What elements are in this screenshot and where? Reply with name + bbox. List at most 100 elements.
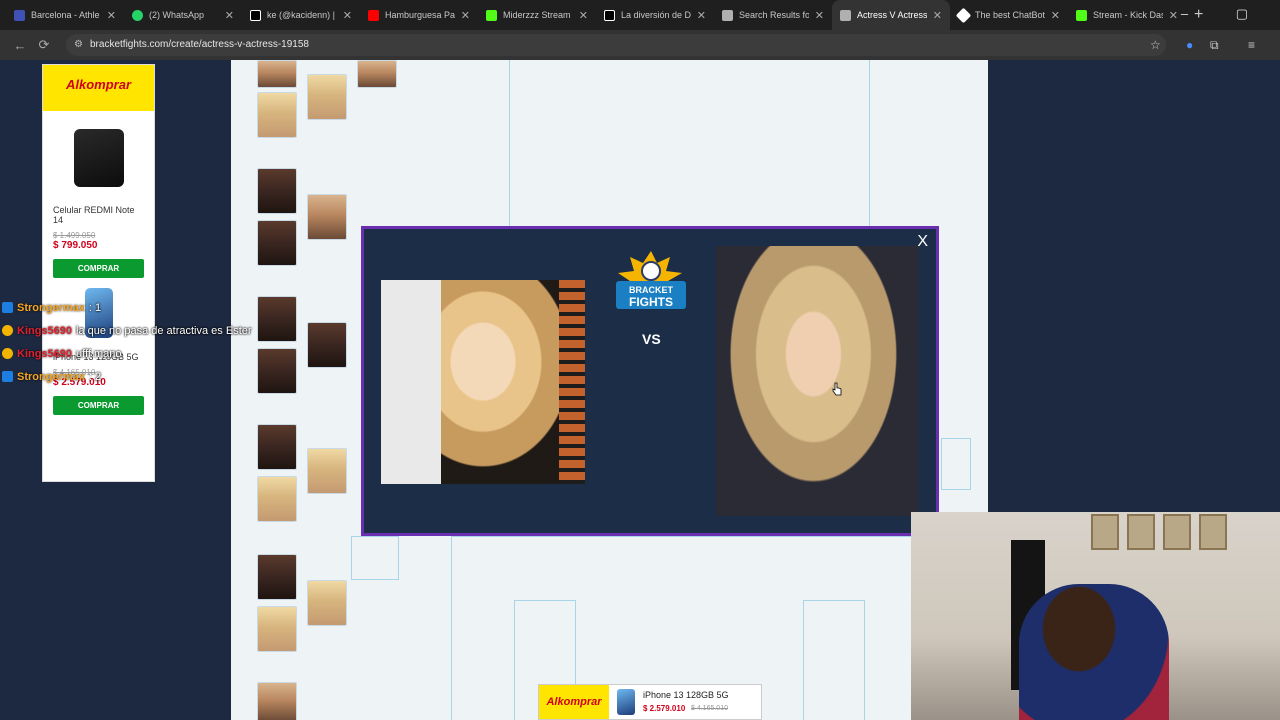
ad-price: $ 799.050 xyxy=(53,240,98,251)
site-info-icon[interactable]: ⚙ xyxy=(74,34,83,56)
contestant-thumbnail[interactable] xyxy=(307,448,347,494)
browser-tab[interactable]: Stream - Kick Das ✕ xyxy=(1068,0,1186,30)
close-tab-icon[interactable]: ✕ xyxy=(107,9,116,22)
wall-picture xyxy=(1127,514,1155,550)
chat-text: : 1 xyxy=(88,301,102,314)
bracket-line xyxy=(941,438,971,490)
ad-price: $ 2.579.010 xyxy=(643,704,686,713)
extensions-puzzle-icon[interactable]: ⧉ xyxy=(1210,38,1219,53)
tab-favicon-icon xyxy=(132,9,143,21)
contestant-thumbnail[interactable] xyxy=(307,580,347,626)
tab-favicon-icon xyxy=(722,9,733,21)
browser-tab-active[interactable]: Actress V Actress ✕ xyxy=(832,0,950,30)
stream-chat-overlay: Strongermax: 1 Kings5690 la que no pasa d… xyxy=(2,296,252,388)
page-viewport: Alkomprar Celular REDMI Note 14 $ 1.499.… xyxy=(0,60,1280,720)
bookmark-star-icon[interactable]: ☆ xyxy=(1150,38,1161,52)
contestant-thumbnail[interactable] xyxy=(257,348,297,394)
logo-text-top: BRACKET xyxy=(629,285,674,295)
logo-fist-icon xyxy=(641,261,661,281)
gift-badge-icon xyxy=(2,325,13,336)
stream-badge-icon xyxy=(2,371,13,382)
webcam-overlay xyxy=(911,512,1280,720)
logo-text-bottom: FIGHTS xyxy=(629,295,673,309)
browser-tab[interactable]: The best ChatBot ✕ xyxy=(950,0,1068,30)
ad-product-name: iPhone 13 128GB 5G xyxy=(643,690,729,700)
phone-product-image xyxy=(617,689,635,715)
contestant-thumbnail[interactable] xyxy=(257,168,297,214)
chat-text: : 2 xyxy=(88,370,102,383)
contestant-thumbnail[interactable] xyxy=(257,682,297,720)
close-tab-icon[interactable]: ✕ xyxy=(1169,9,1178,22)
browser-tab[interactable]: Miderzzz Stream ✕ xyxy=(478,0,596,30)
contestant-thumbnail[interactable] xyxy=(307,194,347,240)
close-tab-icon[interactable]: ✕ xyxy=(461,9,470,22)
chat-text: la que no pasa de atractiva es Ester xyxy=(76,324,252,337)
url-text: bracketfights.com/create/actress-v-actre… xyxy=(90,39,309,50)
contestant-thumbnail[interactable] xyxy=(257,554,297,600)
close-tab-icon[interactable]: ✕ xyxy=(697,9,706,22)
contestant-thumbnail[interactable] xyxy=(257,606,297,652)
contestant-thumbnail[interactable] xyxy=(257,296,297,342)
chat-message: Strongermax: 1 xyxy=(2,296,252,319)
contestant-thumbnail[interactable] xyxy=(257,60,297,88)
back-icon[interactable]: ← xyxy=(8,38,32,53)
media-control-icon[interactable]: ≡ xyxy=(1248,38,1255,52)
close-tab-icon[interactable]: ✕ xyxy=(343,9,352,22)
streamer-figure xyxy=(1019,584,1169,720)
chat-username: Strongermax xyxy=(17,370,85,383)
contestant-thumbnail[interactable] xyxy=(257,476,297,522)
browser-tab[interactable]: Search Results fo ✕ xyxy=(714,0,832,30)
sidebar-ad: Alkomprar Celular REDMI Note 14 $ 1.499.… xyxy=(42,64,155,482)
bracket-line xyxy=(509,60,870,230)
close-tab-icon[interactable]: ✕ xyxy=(815,9,824,22)
url-field[interactable]: ⚙ bracketfights.com/create/actress-v-act… xyxy=(66,34,1166,56)
chat-username: Kings5690 xyxy=(17,347,73,360)
wall-picture xyxy=(1163,514,1191,550)
buy-button[interactable]: COMPRAR xyxy=(53,396,144,415)
tab-favicon-icon xyxy=(1076,9,1087,21)
tab-favicon-icon xyxy=(486,9,497,21)
left-contestant-photo[interactable] xyxy=(381,280,585,484)
bracketfights-logo: BRACKET FIGHTS xyxy=(616,251,686,309)
close-tab-icon[interactable]: ✕ xyxy=(1051,9,1060,22)
browser-tab[interactable]: Hamburguesa Pa ✕ xyxy=(360,0,478,30)
wall-picture xyxy=(1091,514,1119,550)
ad-product-name: Celular REDMI Note 14 xyxy=(53,205,135,225)
ad-brand-logo[interactable]: Alkomprar xyxy=(43,65,154,111)
browser-tab[interactable]: Barcelona - Athle ✕ xyxy=(6,0,124,30)
ad-old-price: $ 4.165.010 xyxy=(691,705,728,712)
phone-product-image[interactable] xyxy=(73,129,124,187)
close-tab-icon[interactable]: ✕ xyxy=(579,9,588,22)
contestant-thumbnail[interactable] xyxy=(257,424,297,470)
extension-icon[interactable]: ● xyxy=(1186,38,1193,52)
browser-tab[interactable]: (2) WhatsApp ✕ xyxy=(124,0,242,30)
chat-message: Kings5690 la que no pasa de atractiva es … xyxy=(2,319,252,342)
window-controls[interactable]: – ▢ xyxy=(1181,6,1270,22)
photo-backdrop xyxy=(381,280,441,484)
browser-tab[interactable]: La diversión de D ✕ xyxy=(596,0,714,30)
ad-brand-logo: Alkomprar xyxy=(539,685,609,719)
gift-badge-icon xyxy=(2,348,13,359)
browser-tab[interactable]: ke (@kacidenn) | ✕ xyxy=(242,0,360,30)
chat-message: Strongermax: 2 xyxy=(2,365,252,388)
bracket-line xyxy=(803,600,865,720)
tab-strip: Barcelona - Athle ✕ (2) WhatsApp ✕ ke (@ka… xyxy=(0,0,1280,30)
address-bar-row: ← ⟳ ⚙ bracketfights.com/create/actress-v… xyxy=(0,30,1280,60)
chat-text: ufff mano xyxy=(76,347,122,360)
bottom-banner-ad[interactable]: Alkomprar iPhone 13 128GB 5G $ 2.579.010… xyxy=(538,684,762,720)
contestant-thumbnail[interactable] xyxy=(357,60,397,88)
chat-username: Strongermax xyxy=(17,301,85,314)
contestant-thumbnail[interactable] xyxy=(257,92,297,138)
contestant-thumbnail[interactable] xyxy=(257,220,297,266)
right-contestant-photo[interactable] xyxy=(716,246,919,516)
close-tab-icon[interactable]: ✕ xyxy=(933,9,942,22)
reload-icon[interactable]: ⟳ xyxy=(32,37,56,53)
chat-username: Kings5690 xyxy=(17,324,73,337)
vs-label: VS xyxy=(642,331,661,347)
stream-badge-icon xyxy=(2,302,13,313)
contestant-thumbnail[interactable] xyxy=(307,322,347,368)
buy-button[interactable]: COMPRAR xyxy=(53,259,144,278)
close-tab-icon[interactable]: ✕ xyxy=(225,9,234,22)
contestant-thumbnail[interactable] xyxy=(307,74,347,120)
wall-picture xyxy=(1199,514,1227,550)
